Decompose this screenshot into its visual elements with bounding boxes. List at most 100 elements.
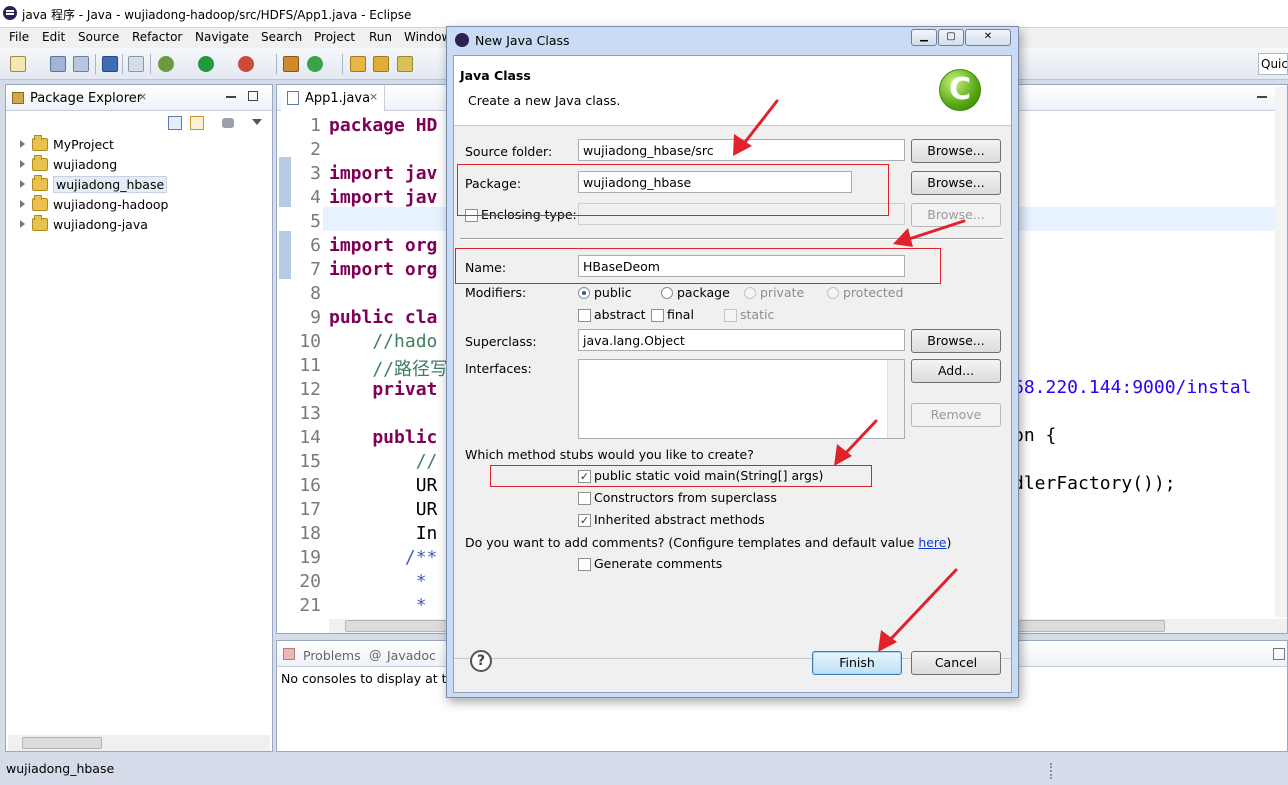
- inherited-methods-checkbox[interactable]: ✓: [578, 514, 591, 527]
- maximize-button[interactable]: ▢: [938, 29, 964, 46]
- help-icon[interactable]: ?: [470, 650, 492, 672]
- save-icon[interactable]: [50, 56, 66, 72]
- code-line: public cla: [329, 307, 438, 328]
- run-icon[interactable]: [198, 56, 214, 72]
- menu-search[interactable]: Search: [261, 30, 302, 44]
- source-folder-input[interactable]: wujiadong_hbase/src: [578, 139, 905, 161]
- superclass-input[interactable]: java.lang.Object: [578, 329, 905, 351]
- tab-javadoc[interactable]: Javadoc: [387, 648, 436, 663]
- new-file-icon[interactable]: [10, 56, 26, 72]
- generate-comments-checkbox[interactable]: [578, 558, 591, 571]
- remove-interface-button[interactable]: Remove: [911, 403, 1001, 427]
- code-line: //hado: [329, 331, 438, 352]
- modifier-final-checkbox[interactable]: [651, 309, 664, 322]
- modifier-static-checkbox[interactable]: [724, 309, 737, 322]
- menu-source[interactable]: Source: [78, 30, 119, 44]
- menu-refactor[interactable]: Refactor: [132, 30, 182, 44]
- line-number: 16: [299, 475, 321, 496]
- tree-item-wujiadong-hadoop[interactable]: wujiadong-hadoop: [20, 194, 168, 214]
- enclosing-type-browse-button[interactable]: Browse...: [911, 203, 1001, 227]
- modifier-private-radio[interactable]: [744, 287, 756, 299]
- superclass-browse-button[interactable]: Browse...: [911, 329, 1001, 353]
- minimize-icon[interactable]: [226, 96, 236, 98]
- menu-window[interactable]: Window: [404, 30, 451, 44]
- line-number: 3: [310, 163, 321, 184]
- cancel-button[interactable]: Cancel: [911, 651, 1001, 675]
- skip-breakpoints-icon[interactable]: [128, 56, 144, 72]
- code-line: public: [329, 427, 438, 448]
- collapse-all-icon[interactable]: [168, 116, 182, 130]
- line-number: 10: [299, 331, 321, 352]
- view-menu-icon[interactable]: [222, 118, 234, 128]
- line-number: 6: [310, 235, 321, 256]
- maximize-icon[interactable]: [1273, 648, 1285, 660]
- source-folder-browse-button[interactable]: Browse...: [911, 139, 1001, 163]
- open-task-icon[interactable]: [373, 56, 389, 72]
- dialog-title-bar[interactable]: New Java Class ▁ ▢ ✕: [447, 27, 1018, 53]
- expand-arrow-icon[interactable]: [20, 200, 25, 208]
- save-all-icon[interactable]: [73, 56, 89, 72]
- close-button[interactable]: ✕: [965, 29, 1011, 46]
- line-number: 7: [310, 259, 321, 280]
- expand-arrow-icon[interactable]: [20, 220, 25, 228]
- tree-item-myproject[interactable]: MyProject: [20, 134, 114, 154]
- quick-access-input[interactable]: Quick: [1258, 53, 1288, 75]
- expand-arrow-icon[interactable]: [20, 180, 25, 188]
- modifier-public-radio[interactable]: [578, 287, 590, 299]
- generate-comments-label: Generate comments: [594, 556, 723, 571]
- tree-item-wujiadong-java[interactable]: wujiadong-java: [20, 214, 148, 234]
- configure-templates-link[interactable]: here: [918, 535, 946, 550]
- editor-tab-app1[interactable]: App1.java ×: [281, 85, 385, 111]
- interfaces-list[interactable]: [578, 359, 905, 439]
- constructors-checkbox[interactable]: [578, 492, 591, 505]
- maximize-icon[interactable]: [248, 91, 258, 101]
- minimize-button[interactable]: ▁: [911, 29, 937, 46]
- menu-navigate[interactable]: Navigate: [195, 30, 249, 44]
- vertical-scrollbar[interactable]: [887, 360, 904, 438]
- modifier-abstract-checkbox[interactable]: [578, 309, 591, 322]
- dialog-body: Java Class Create a new Java class. C So…: [453, 55, 1012, 693]
- close-icon[interactable]: ×: [369, 90, 378, 103]
- annotation-box-name: [455, 248, 941, 284]
- code-line: import jav: [329, 163, 438, 184]
- modifier-final-label: final: [667, 307, 694, 322]
- menu-project[interactable]: Project: [314, 30, 355, 44]
- expand-arrow-icon[interactable]: [20, 160, 25, 168]
- line-number: 1: [310, 115, 321, 136]
- scrollbar-thumb[interactable]: [22, 737, 102, 749]
- terminal-icon[interactable]: [102, 56, 118, 72]
- modifier-package-radio[interactable]: [661, 287, 673, 299]
- new-package-icon[interactable]: [283, 56, 299, 72]
- add-interface-button[interactable]: Add...: [911, 359, 1001, 383]
- external-tools-icon[interactable]: [238, 56, 254, 72]
- vertical-scrollbar[interactable]: [1275, 87, 1287, 617]
- dialog-header-description: Create a new Java class.: [468, 93, 621, 108]
- chevron-down-icon[interactable]: [252, 119, 262, 125]
- package-browse-button[interactable]: Browse...: [911, 171, 1001, 195]
- menu-run[interactable]: Run: [369, 30, 392, 44]
- menu-file[interactable]: File: [9, 30, 29, 44]
- open-type-icon[interactable]: [350, 56, 366, 72]
- new-java-class-dialog: New Java Class ▁ ▢ ✕ Java Class Create a…: [446, 26, 1019, 698]
- menu-edit[interactable]: Edit: [42, 30, 65, 44]
- inherited-methods-label: Inherited abstract methods: [594, 512, 765, 527]
- code-fragment: dlerFactory());: [1013, 473, 1176, 494]
- tab-problems[interactable]: Problems: [303, 648, 361, 663]
- new-class-icon[interactable]: [307, 56, 323, 72]
- dialog-title: New Java Class: [475, 33, 570, 48]
- code-line: *: [329, 571, 427, 592]
- finish-button[interactable]: Finish: [812, 651, 902, 675]
- tree-item-wujiadong[interactable]: wujiadong: [20, 154, 117, 174]
- status-bar: wujiadong_hbase: [0, 757, 1288, 785]
- tree-item-wujiadong-hbase[interactable]: wujiadong_hbase: [20, 174, 168, 194]
- modifier-protected-radio[interactable]: [827, 287, 839, 299]
- search-icon[interactable]: [397, 56, 413, 72]
- horizontal-scrollbar[interactable]: [8, 735, 270, 751]
- package-explorer-tab[interactable]: Package Explorer ×: [6, 85, 272, 111]
- package-explorer-view: Package Explorer × MyProject wujiadong w…: [5, 84, 273, 752]
- minimize-icon[interactable]: [1257, 96, 1267, 98]
- link-with-editor-icon[interactable]: [190, 116, 204, 130]
- debug-icon[interactable]: [158, 56, 174, 72]
- close-icon[interactable]: ×: [138, 90, 147, 103]
- expand-arrow-icon[interactable]: [20, 140, 25, 148]
